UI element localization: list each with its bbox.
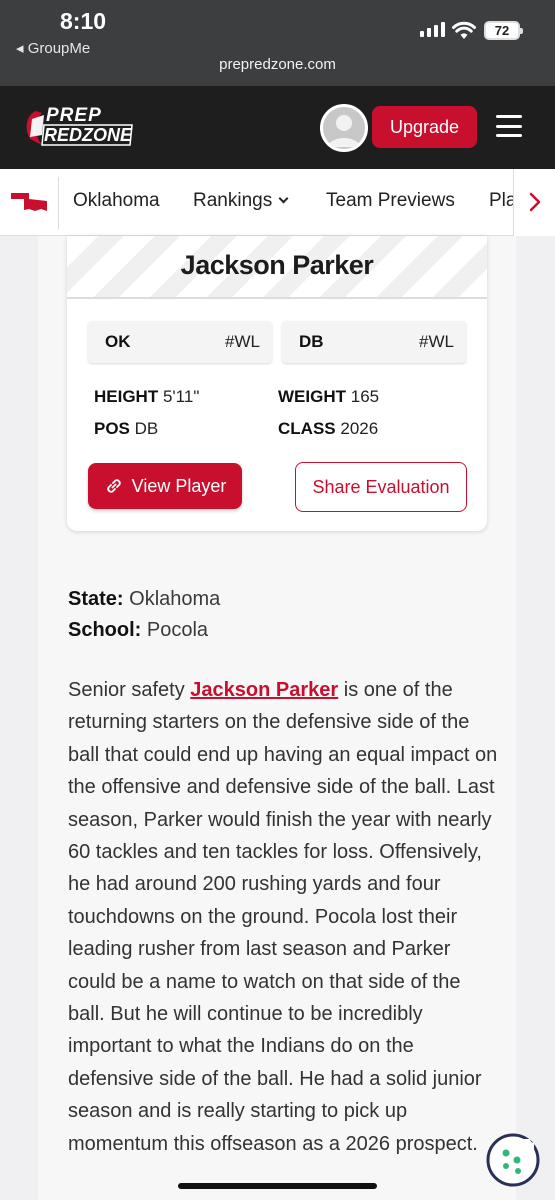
stat-weight: WEIGHT 165 — [278, 387, 379, 407]
stat-value: DB — [134, 419, 159, 438]
meta-label: State: — [68, 588, 124, 610]
chevron-down-icon — [278, 193, 289, 204]
chevron-right-icon — [529, 192, 541, 212]
stat-class: CLASS 2026 — [278, 419, 378, 439]
ios-status-bar: 8:10 ◂ GroupMe 72 prepredzone.com — [0, 0, 555, 86]
chip-label: OK — [105, 332, 131, 351]
stat-label: HEIGHT — [94, 387, 159, 406]
nav-item-label: Rankings — [193, 190, 273, 211]
meta-label: School: — [68, 619, 142, 641]
wifi-icon — [452, 21, 476, 39]
sub-navigation: Oklahoma Rankings Team Previews Pla — [0, 169, 555, 236]
url-bar[interactable]: prepredzone.com — [0, 56, 555, 73]
home-indicator — [178, 1183, 377, 1189]
stat-label: POS — [94, 419, 130, 438]
stat-label: WEIGHT — [278, 387, 346, 406]
nav-item-rankings[interactable]: Rankings — [193, 190, 289, 212]
view-player-label: View Player — [131, 475, 227, 496]
user-silhouette-icon — [328, 115, 360, 147]
stat-position: POS DB — [94, 419, 158, 439]
position-rank-chip: DB #WL — [282, 321, 466, 363]
status-time: 8:10 — [60, 8, 107, 34]
chip-rank: #WL — [225, 332, 260, 351]
player-link[interactable]: Jackson Parker — [190, 679, 338, 701]
nav-item-team-previews[interactable]: Team Previews — [326, 190, 455, 212]
stat-value: 2026 — [340, 419, 379, 438]
cellular-signal-icon — [420, 22, 445, 37]
stat-value: 165 — [350, 387, 380, 406]
logo-text-bottom: REDZONE — [44, 125, 133, 145]
menu-icon[interactable] — [496, 115, 522, 137]
oklahoma-state-icon[interactable] — [11, 193, 47, 211]
link-icon — [106, 479, 121, 493]
chip-rank: #WL — [419, 332, 454, 351]
nav-scroll-right[interactable] — [513, 169, 555, 236]
battery-icon: 72 — [484, 21, 523, 40]
logo-text-top: PREP — [46, 105, 102, 126]
view-player-button[interactable]: View Player — [88, 463, 242, 509]
share-evaluation-button[interactable]: Share Evaluation — [295, 462, 467, 512]
state-rank-chip: OK #WL — [88, 321, 272, 363]
meta-school: School: Pocola — [68, 619, 208, 642]
article-text: is one of the returning starters on the … — [68, 679, 498, 1155]
meta-state: State: Oklahoma — [68, 588, 220, 611]
player-card: Jackson Parker OK #WL DB #WL HEIGHT 5'11… — [67, 236, 487, 531]
nav-item-oklahoma[interactable]: Oklahoma — [73, 190, 160, 212]
player-name: Jackson Parker — [180, 250, 374, 280]
stat-label: CLASS — [278, 419, 336, 438]
player-card-header: Jackson Parker — [67, 236, 487, 299]
meta-value: Pocola — [146, 619, 209, 641]
chip-label: DB — [299, 332, 324, 351]
stat-height: HEIGHT 5'11" — [94, 387, 199, 407]
article-body: Senior safety Jackson Parker is one of t… — [68, 674, 498, 1160]
user-avatar[interactable] — [320, 104, 368, 152]
upgrade-button[interactable]: Upgrade — [372, 106, 477, 148]
nav-item-players-partial[interactable]: Pla — [489, 190, 513, 212]
back-to-app-link[interactable]: ◂ GroupMe — [16, 39, 90, 57]
cookie-icon[interactable] — [486, 1133, 540, 1187]
stat-value: 5'11" — [162, 387, 200, 406]
meta-value: Oklahoma — [129, 588, 221, 610]
article-intro: Senior safety — [68, 679, 191, 701]
